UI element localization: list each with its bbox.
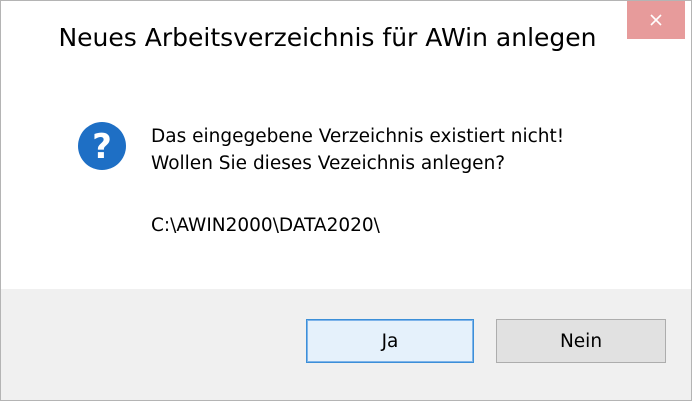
title-bar[interactable]: Neues Arbeitsverzeichnis für AWin anlege…	[1, 1, 691, 81]
yes-button[interactable]: Ja	[306, 319, 474, 363]
no-button[interactable]: Nein	[496, 319, 666, 363]
button-bar: Ja Nein	[1, 289, 691, 400]
dialog-title: Neues Arbeitsverzeichnis für AWin anlege…	[58, 23, 597, 52]
message-line-2: Wollen Sie dieses Vezeichnis anlegen?	[151, 153, 506, 174]
dialog-content: ? Das eingegebene Verzeichnis existiert …	[1, 81, 691, 289]
svg-text:?: ?	[92, 127, 112, 167]
close-button[interactable]	[627, 1, 685, 39]
dialog-window: Neues Arbeitsverzeichnis für AWin anlege…	[0, 0, 692, 401]
close-icon	[650, 14, 662, 26]
message-text: Das eingegebene Verzeichnis existiert ni…	[151, 123, 564, 177]
question-icon: ?	[78, 122, 126, 170]
directory-path: C:\AWIN2000\DATA2020\	[151, 215, 380, 236]
message-line-1: Das eingegebene Verzeichnis existiert ni…	[151, 126, 565, 147]
